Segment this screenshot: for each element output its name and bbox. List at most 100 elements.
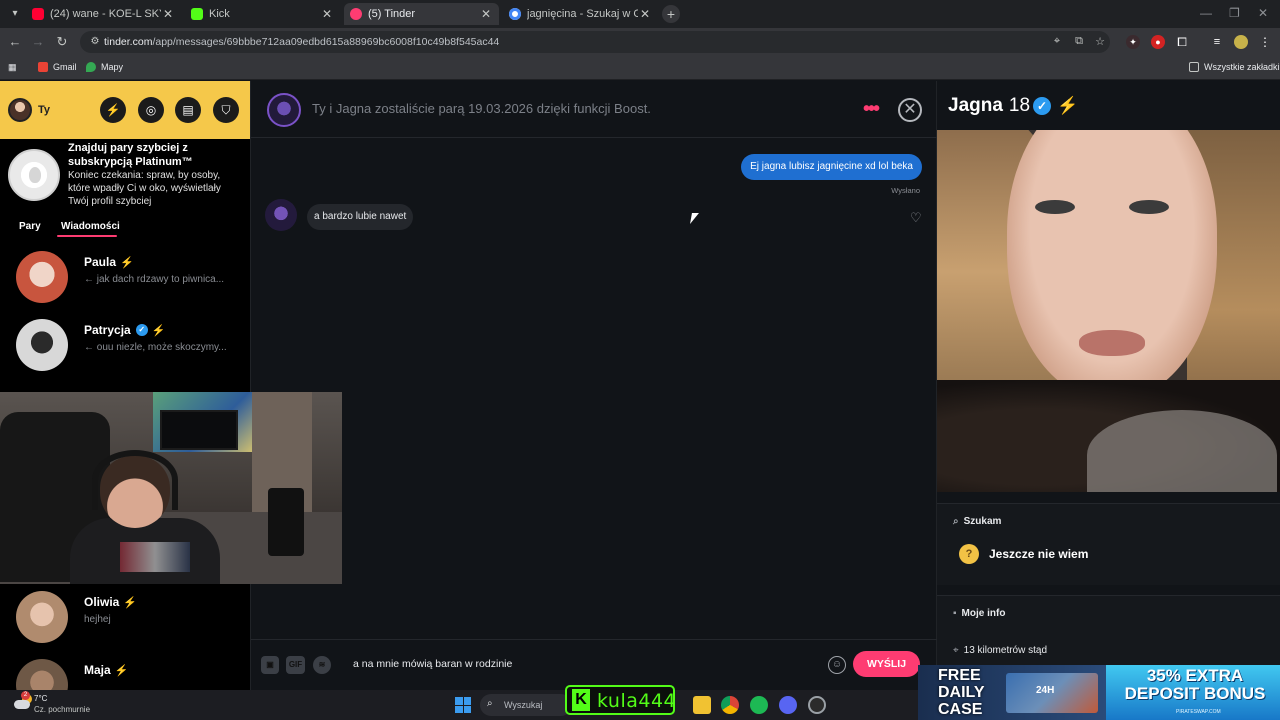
folder-icon (1189, 62, 1199, 72)
temperature[interactable]: 7°C (34, 694, 47, 703)
platinum-avatar-ring (8, 149, 60, 201)
conversation-preview: ← jak dach rdzawy to piwnica... (84, 274, 225, 285)
windows-start-icon[interactable] (455, 697, 471, 713)
boost-bolt-icon[interactable]: ⚡ (100, 97, 126, 123)
sidebar-tabs: Pary Wiadomości (0, 217, 250, 237)
chat-panel: Ty i Jagna zostaliście parą 19.03.2026 d… (250, 81, 938, 690)
bookmark-gmail[interactable]: Gmail (38, 62, 77, 72)
new-tab-button[interactable]: + (662, 5, 680, 23)
close-tab-icon[interactable]: ✕ (161, 7, 175, 21)
my-avatar[interactable] (8, 98, 32, 122)
id-card-icon: ▪ (953, 608, 957, 619)
spotify-taskbar-icon[interactable] (750, 696, 768, 714)
boost-bolt-icon: ⚡ (123, 596, 138, 609)
tab-title: jagnięcina - Szukaj w Google (527, 8, 638, 20)
profile-avatar[interactable] (1234, 35, 1248, 49)
close-tab-icon[interactable]: ✕ (638, 7, 652, 21)
profile-age: 18 (1008, 95, 1031, 116)
forward-icon[interactable]: → (29, 33, 47, 51)
conversation-oliwia[interactable]: Oliwia ⚡ hejhej (0, 583, 250, 651)
explore-compass-icon[interactable]: ◎ (138, 97, 164, 123)
platinum-promo[interactable]: Znajduj pary szybciej z subskrypcją Plat… (0, 139, 250, 213)
emoji-icon[interactable]: ☺ (828, 656, 846, 674)
briefcase-icon[interactable]: ▤ (175, 97, 201, 123)
weather-icon[interactable]: 2 (14, 691, 32, 712)
boost-bolt-icon: ⚡ (120, 256, 134, 269)
tab-matches[interactable]: Pary (19, 221, 41, 232)
tab-search-icon[interactable]: ▾ (6, 5, 24, 23)
avatar (16, 591, 68, 643)
verified-badge-icon: ✓ (135, 324, 148, 336)
tab-kick[interactable]: Kick ✕ (185, 3, 340, 25)
webcam-overlay (0, 392, 342, 584)
tinder-icon (350, 8, 362, 20)
sticker-icon[interactable]: ▣ (261, 656, 279, 674)
close-tab-icon[interactable]: ✕ (479, 7, 493, 21)
all-bookmarks[interactable]: Wszystkie zakładki (1189, 62, 1280, 72)
free-case-text: FREE DAILY CASE (938, 667, 985, 718)
close-chat-icon[interactable]: ✕ (898, 98, 922, 122)
tab-title: Kick (209, 8, 230, 20)
chat-header: Ty i Jagna zostaliście parą 19.03.2026 d… (251, 81, 938, 138)
deposit-bonus-ad: 35% EXTRA DEPOSIT BONUS PIRATESWAP.COM (1106, 665, 1280, 720)
send-button[interactable]: WYŚLIJ (853, 651, 920, 677)
steam-icon[interactable] (808, 696, 826, 714)
url-text[interactable]: tinder.com/app/messages/69bbbe712aa09edb… (104, 36, 499, 48)
back-icon[interactable]: ← (6, 33, 24, 51)
weather-condition[interactable]: Cz. pochmurnie (34, 705, 90, 714)
youtube-icon (32, 8, 44, 20)
maximize-icon[interactable]: ❐ (1229, 6, 1240, 20)
kick-streamer-badge: K kula444 (565, 685, 676, 715)
spotify-icon[interactable]: ≋ (313, 656, 331, 674)
tab-messages[interactable]: Wiadomości (61, 221, 120, 232)
thinking-emoji-icon: ? (959, 544, 979, 564)
match-avatar[interactable] (267, 93, 301, 127)
sponsor-banner[interactable]: FREE DAILY CASE 24H 35% EXTRA DEPOSIT BO… (918, 665, 1280, 720)
bookmarks-bar: ▦ Gmail Mapy Wszystkie zakładki (0, 56, 1280, 80)
message-composer: ▣ GIF ≋ a na mnie mówią baran w rodzinie… (251, 639, 938, 690)
site-info-icon[interactable]: ⚙ (88, 35, 102, 49)
location-icon[interactable]: ⌖ (1050, 35, 1064, 48)
profile-photo[interactable] (937, 130, 1280, 492)
free-case-ad: FREE DAILY CASE 24H (918, 665, 1106, 720)
url-bar[interactable]: ⚙ tinder.com/app/messages/69bbbe712aa09e… (80, 31, 1110, 53)
message-input[interactable]: a na mnie mówią baran w rodzinie (353, 658, 512, 670)
promo-description: Koniec czekania: spraw, by osoby, które … (68, 170, 221, 207)
address-toolbar: ← → ↻ ⚙ tinder.com/app/messages/69bbbe71… (0, 28, 1280, 56)
like-heart-icon[interactable]: ♡ (910, 210, 922, 226)
install-app-icon[interactable]: ⧉ (1072, 35, 1086, 48)
extensions-puzzle-icon[interactable]: ⧠ (1175, 35, 1189, 49)
verified-badge-icon: ✓ (1033, 97, 1052, 115)
bookmark-maps[interactable]: Mapy (86, 62, 123, 72)
tab-youtube[interactable]: (24) wane - KOE-L SKYE (Official ✕ (26, 3, 181, 25)
discord-icon[interactable] (779, 696, 797, 714)
tab-title: (24) wane - KOE-L SKYE (Official (50, 8, 161, 20)
more-options-icon[interactable]: ••• (863, 98, 880, 121)
sidebar-header: Ty ⚡ ◎ ▤ ⛉ (0, 81, 250, 139)
my-profile-label[interactable]: Ty (38, 104, 50, 116)
conversation-paula[interactable]: Paula ⚡ ← jak dach rdzawy to piwnica... (0, 243, 250, 311)
maps-icon (86, 62, 96, 72)
reading-list-icon[interactable]: ≡ (1210, 35, 1224, 49)
shield-icon[interactable]: ⛉ (213, 97, 239, 123)
adblock-extension-icon[interactable]: ● (1151, 35, 1165, 49)
sender-avatar[interactable] (265, 199, 297, 231)
extension-icon[interactable]: ✦ (1126, 35, 1140, 49)
close-tab-icon[interactable]: ✕ (320, 7, 334, 21)
taskbar-search[interactable]: ⌕ Wyszukaj (480, 694, 572, 716)
tab-tinder[interactable]: (5) Tinder ✕ (344, 3, 499, 25)
apps-grid-icon[interactable]: ▦ (8, 62, 17, 73)
conversation-maja[interactable]: Maja ⚡ (0, 651, 250, 690)
minimize-icon[interactable]: — (1200, 6, 1212, 20)
reload-icon[interactable]: ↻ (53, 33, 71, 51)
gif-button[interactable]: GIF (286, 656, 305, 674)
menu-kebab-icon[interactable]: ⋮ (1258, 35, 1272, 49)
looking-for-value: ? Jeszcze nie wiem (959, 544, 1088, 564)
conversation-patrycja[interactable]: Patrycja ✓ ⚡ ← ouu niezle, może skoczymy..… (0, 311, 250, 379)
bookmark-star-icon[interactable]: ☆ (1093, 35, 1107, 48)
bonus-text: 35% EXTRA DEPOSIT BONUS (1124, 666, 1266, 703)
chrome-icon[interactable] (721, 696, 739, 714)
tab-google[interactable]: jagnięcina - Szukaj w Google ✕ (503, 3, 658, 25)
file-explorer-icon[interactable] (693, 696, 711, 714)
close-window-icon[interactable]: ✕ (1258, 6, 1268, 20)
